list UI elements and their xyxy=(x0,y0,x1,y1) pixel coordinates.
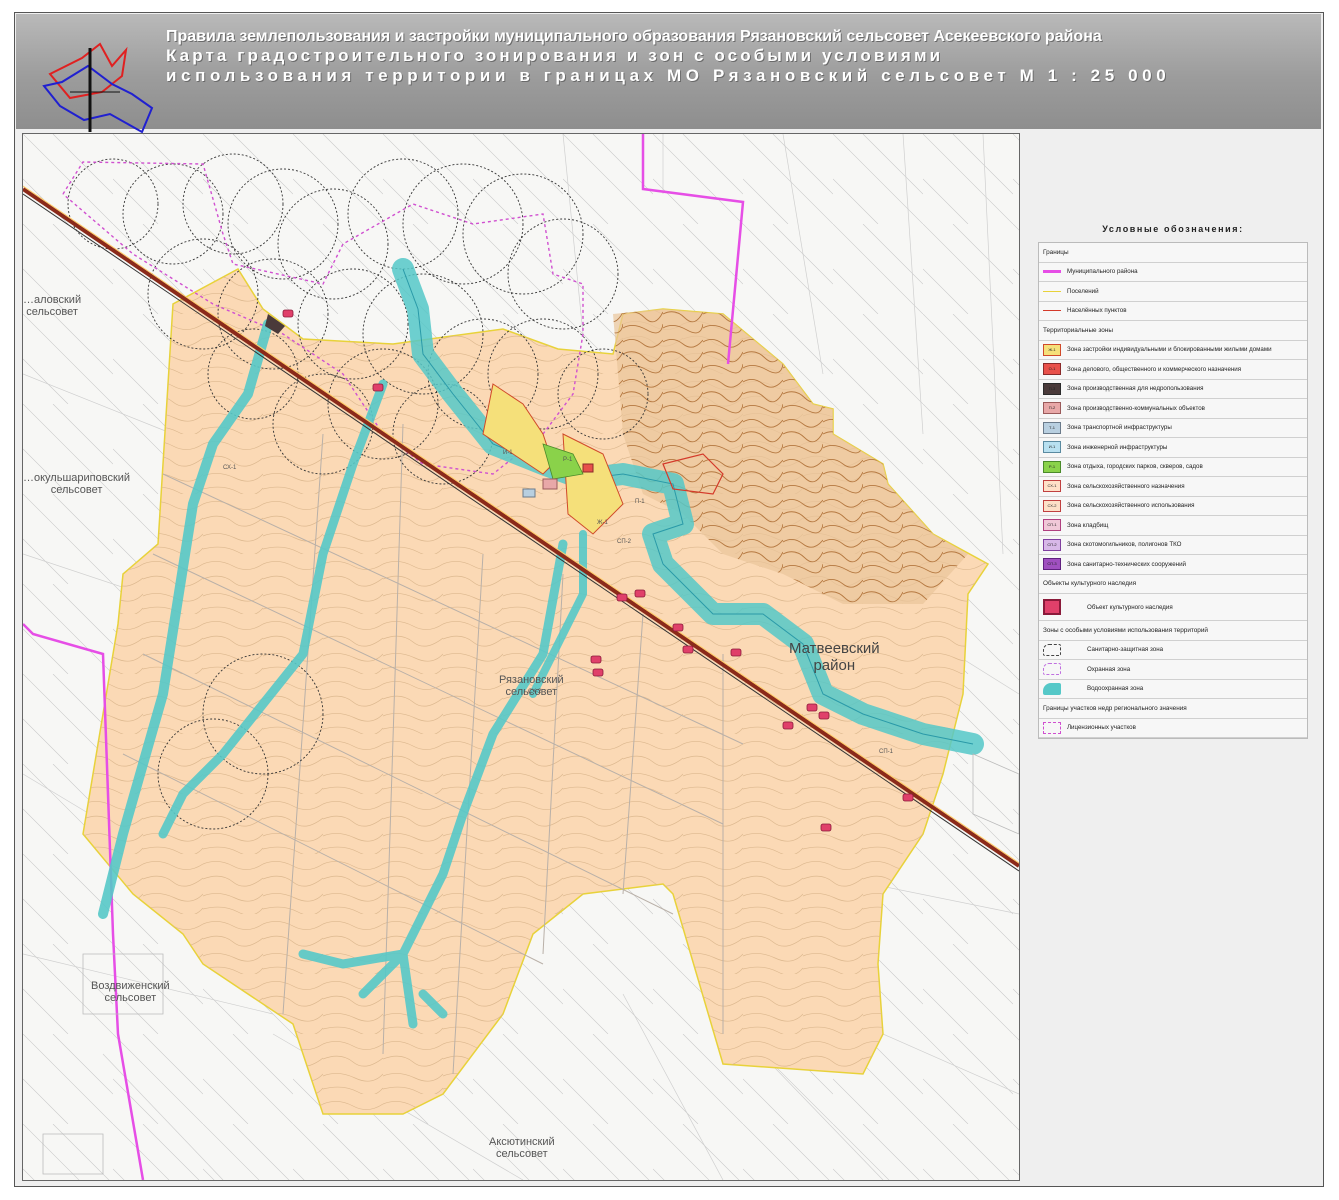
legend-row-label: Зона санитарно-технических сооружений xyxy=(1067,560,1186,568)
neighbor-label-tokulshari: …окульшариповский сельсовет xyxy=(23,472,131,496)
legend-row-label: Санитарно-защитная зона xyxy=(1087,646,1164,654)
legend-row-15: СП-2 Зона скотомогильников, полигонов ТКО xyxy=(1039,536,1307,555)
zone-code-label: Ж-1 xyxy=(597,520,608,526)
zone-code-label: И-1 xyxy=(503,450,513,456)
legend-row-label: Территориальные зоны xyxy=(1043,326,1113,334)
legend-row-label: Зона производственно-коммунальных объект… xyxy=(1067,404,1205,412)
legend-row-label: Объекты культурного наследия xyxy=(1043,580,1137,588)
legend-zone-swatch: Т-1 xyxy=(1043,421,1061,434)
neighbor-label-matveev: Матвеевский район xyxy=(789,640,880,674)
legend-row-label: Зона отдыха, городских парков, скверов, … xyxy=(1067,463,1203,471)
legend-row-label: Охранная зона xyxy=(1087,665,1131,673)
legend-dashed-symbol xyxy=(1043,643,1061,656)
legend-zone-swatch: СП-2 xyxy=(1043,538,1061,551)
legend-row-label: Лицензионных участков xyxy=(1067,724,1136,732)
legend-row-label: Муниципального района xyxy=(1067,268,1138,276)
zone-code-label: Р-1 xyxy=(563,457,573,463)
legend-row-14: СП-1 Зона кладбищ xyxy=(1039,516,1307,536)
legend-row-label: Водоохранная зона xyxy=(1087,685,1144,693)
zoning-map[interactable]: …аловский сельсовет …окульшариповский се… xyxy=(22,133,1020,1181)
neighbor-label-shalovsky: …аловский сельсовет xyxy=(23,294,82,318)
legend-row-label: Зона сельскохозяйственного назначения xyxy=(1067,482,1185,490)
legend-row-9: Т-1 Зона транспортной инфраструктуры xyxy=(1039,419,1307,438)
legend-row-20: Санитарно-защитная зона xyxy=(1039,641,1307,660)
title-line-1: Правила землепользования и застройки мун… xyxy=(166,28,1102,45)
legend-row-1: Муниципального района xyxy=(1039,263,1307,282)
legend-row-label: Зона застройки индивидуальными и блокиро… xyxy=(1067,346,1272,354)
zone-code-label: СХ-2 xyxy=(528,689,542,695)
legend-row-label: Зоны с особыми условиями использования т… xyxy=(1043,626,1209,634)
legend-row-label: Границы xyxy=(1043,248,1069,256)
title-line-3: использования территории в границах МО Р… xyxy=(166,66,1171,85)
legend-row-label: Зона сельскохозяйственного использования xyxy=(1067,502,1195,510)
legend-water-symbol xyxy=(1043,682,1061,695)
legend-row-21: Охранная зона xyxy=(1039,660,1307,680)
legend-row-0: Границы xyxy=(1039,243,1307,263)
legend-row-7: П-3 Зона производственная для недропользо… xyxy=(1039,380,1307,399)
legend-row-18: Объект культурного наследия xyxy=(1039,594,1307,621)
legend-zone-swatch: П-2 xyxy=(1043,402,1061,415)
legend-row-22: Водоохранная зона xyxy=(1039,680,1307,699)
legend-zone-swatch: Ж-1 xyxy=(1043,343,1061,356)
legend-row-10: И-1 Зона инженерной инфраструктуры xyxy=(1039,438,1307,458)
legend-row-23: Границы участков недр регионального знач… xyxy=(1039,699,1307,719)
legend-row-label: Объект культурного наследия xyxy=(1087,603,1173,611)
legend-row-label: Населённых пунктов xyxy=(1067,307,1127,315)
legend-row-label: Зона производственная для недропользован… xyxy=(1067,385,1204,393)
legend-row-3: Населённых пунктов xyxy=(1039,302,1307,321)
legend-row-17: Объекты культурного наследия xyxy=(1039,575,1307,594)
legend-row-24: Лицензионных участков xyxy=(1039,719,1307,738)
compass-rose-icon xyxy=(42,42,154,134)
legend-row-19: Зоны с особыми условиями использования т… xyxy=(1039,621,1307,641)
legend-zone-swatch: СХ-2 xyxy=(1043,499,1061,512)
legend-row-label: Поселений xyxy=(1067,287,1099,295)
legend-title: Условные обозначения: xyxy=(1102,224,1244,234)
legend-line-symbol xyxy=(1043,270,1061,274)
zone-code-label: СП-2 xyxy=(617,539,631,545)
legend-zone-swatch: П-3 xyxy=(1043,382,1061,395)
legend-row-label: Зона транспортной инфраструктуры xyxy=(1067,424,1172,432)
legend-row-label: Зона делового, общественного и коммерчес… xyxy=(1067,365,1242,373)
legend-row-label: Зона скотомогильников, полигонов ТКО xyxy=(1067,541,1182,549)
legend-row-8: П-2 Зона производственно-коммунальных объ… xyxy=(1039,399,1307,419)
legend-row-11: Р-1 Зона отдыха, городских парков, скверо… xyxy=(1039,458,1307,477)
legend-row-label: Границы участков недр регионального знач… xyxy=(1043,704,1187,712)
heritage-icon xyxy=(1043,599,1061,615)
legend-row-13: СХ-2 Зона сельскохозяйственного использов… xyxy=(1039,497,1307,516)
legend-licence-symbol xyxy=(1043,721,1061,734)
legend-zone-swatch: И-1 xyxy=(1043,441,1061,454)
title-line-2: Карта градостроительного зонирования и з… xyxy=(166,46,944,65)
zone-code-label: СП-1 xyxy=(879,749,893,755)
legend-zone-swatch: Р-1 xyxy=(1043,460,1061,473)
zone-code-label: П-1 xyxy=(635,499,645,505)
legend-row-6: О-1 Зона делового, общественного и коммер… xyxy=(1039,360,1307,380)
zone-code-label: СХ-1 xyxy=(223,465,237,471)
legend-zone-swatch: СП-3 xyxy=(1043,558,1061,571)
legend-row-label: Зона инженерной инфраструктуры xyxy=(1067,443,1168,451)
legend-line-symbol xyxy=(1043,310,1061,312)
legend: Границы Муниципального района Поселений Нас… xyxy=(1038,242,1308,739)
legend-row-2: Поселений xyxy=(1039,282,1307,302)
legend-line-symbol xyxy=(1043,290,1061,292)
legend-dashed-symbol xyxy=(1043,663,1061,676)
neighbor-label-vozdvizh: Воздвиженский сельсовет xyxy=(91,980,170,1004)
legend-row-label: Зона кладбищ xyxy=(1067,521,1109,529)
legend-zone-swatch: О-1 xyxy=(1043,363,1061,376)
legend-row-5: Ж-1 Зона застройки индивидуальными и блок… xyxy=(1039,341,1307,360)
legend-row-12: СХ-1 Зона сельскохозяйственного назначени… xyxy=(1039,477,1307,497)
legend-row-16: СП-3 Зона санитарно-технических сооружени… xyxy=(1039,555,1307,575)
legend-row-4: Территориальные зоны xyxy=(1039,321,1307,341)
legend-zone-swatch: СП-1 xyxy=(1043,519,1061,532)
title-banner: Правила землепользования и застройки мун… xyxy=(16,14,1321,134)
neighbor-label-aksyutin: Аксютинский сельсовет xyxy=(489,1136,555,1160)
legend-zone-swatch: СХ-1 xyxy=(1043,480,1061,493)
